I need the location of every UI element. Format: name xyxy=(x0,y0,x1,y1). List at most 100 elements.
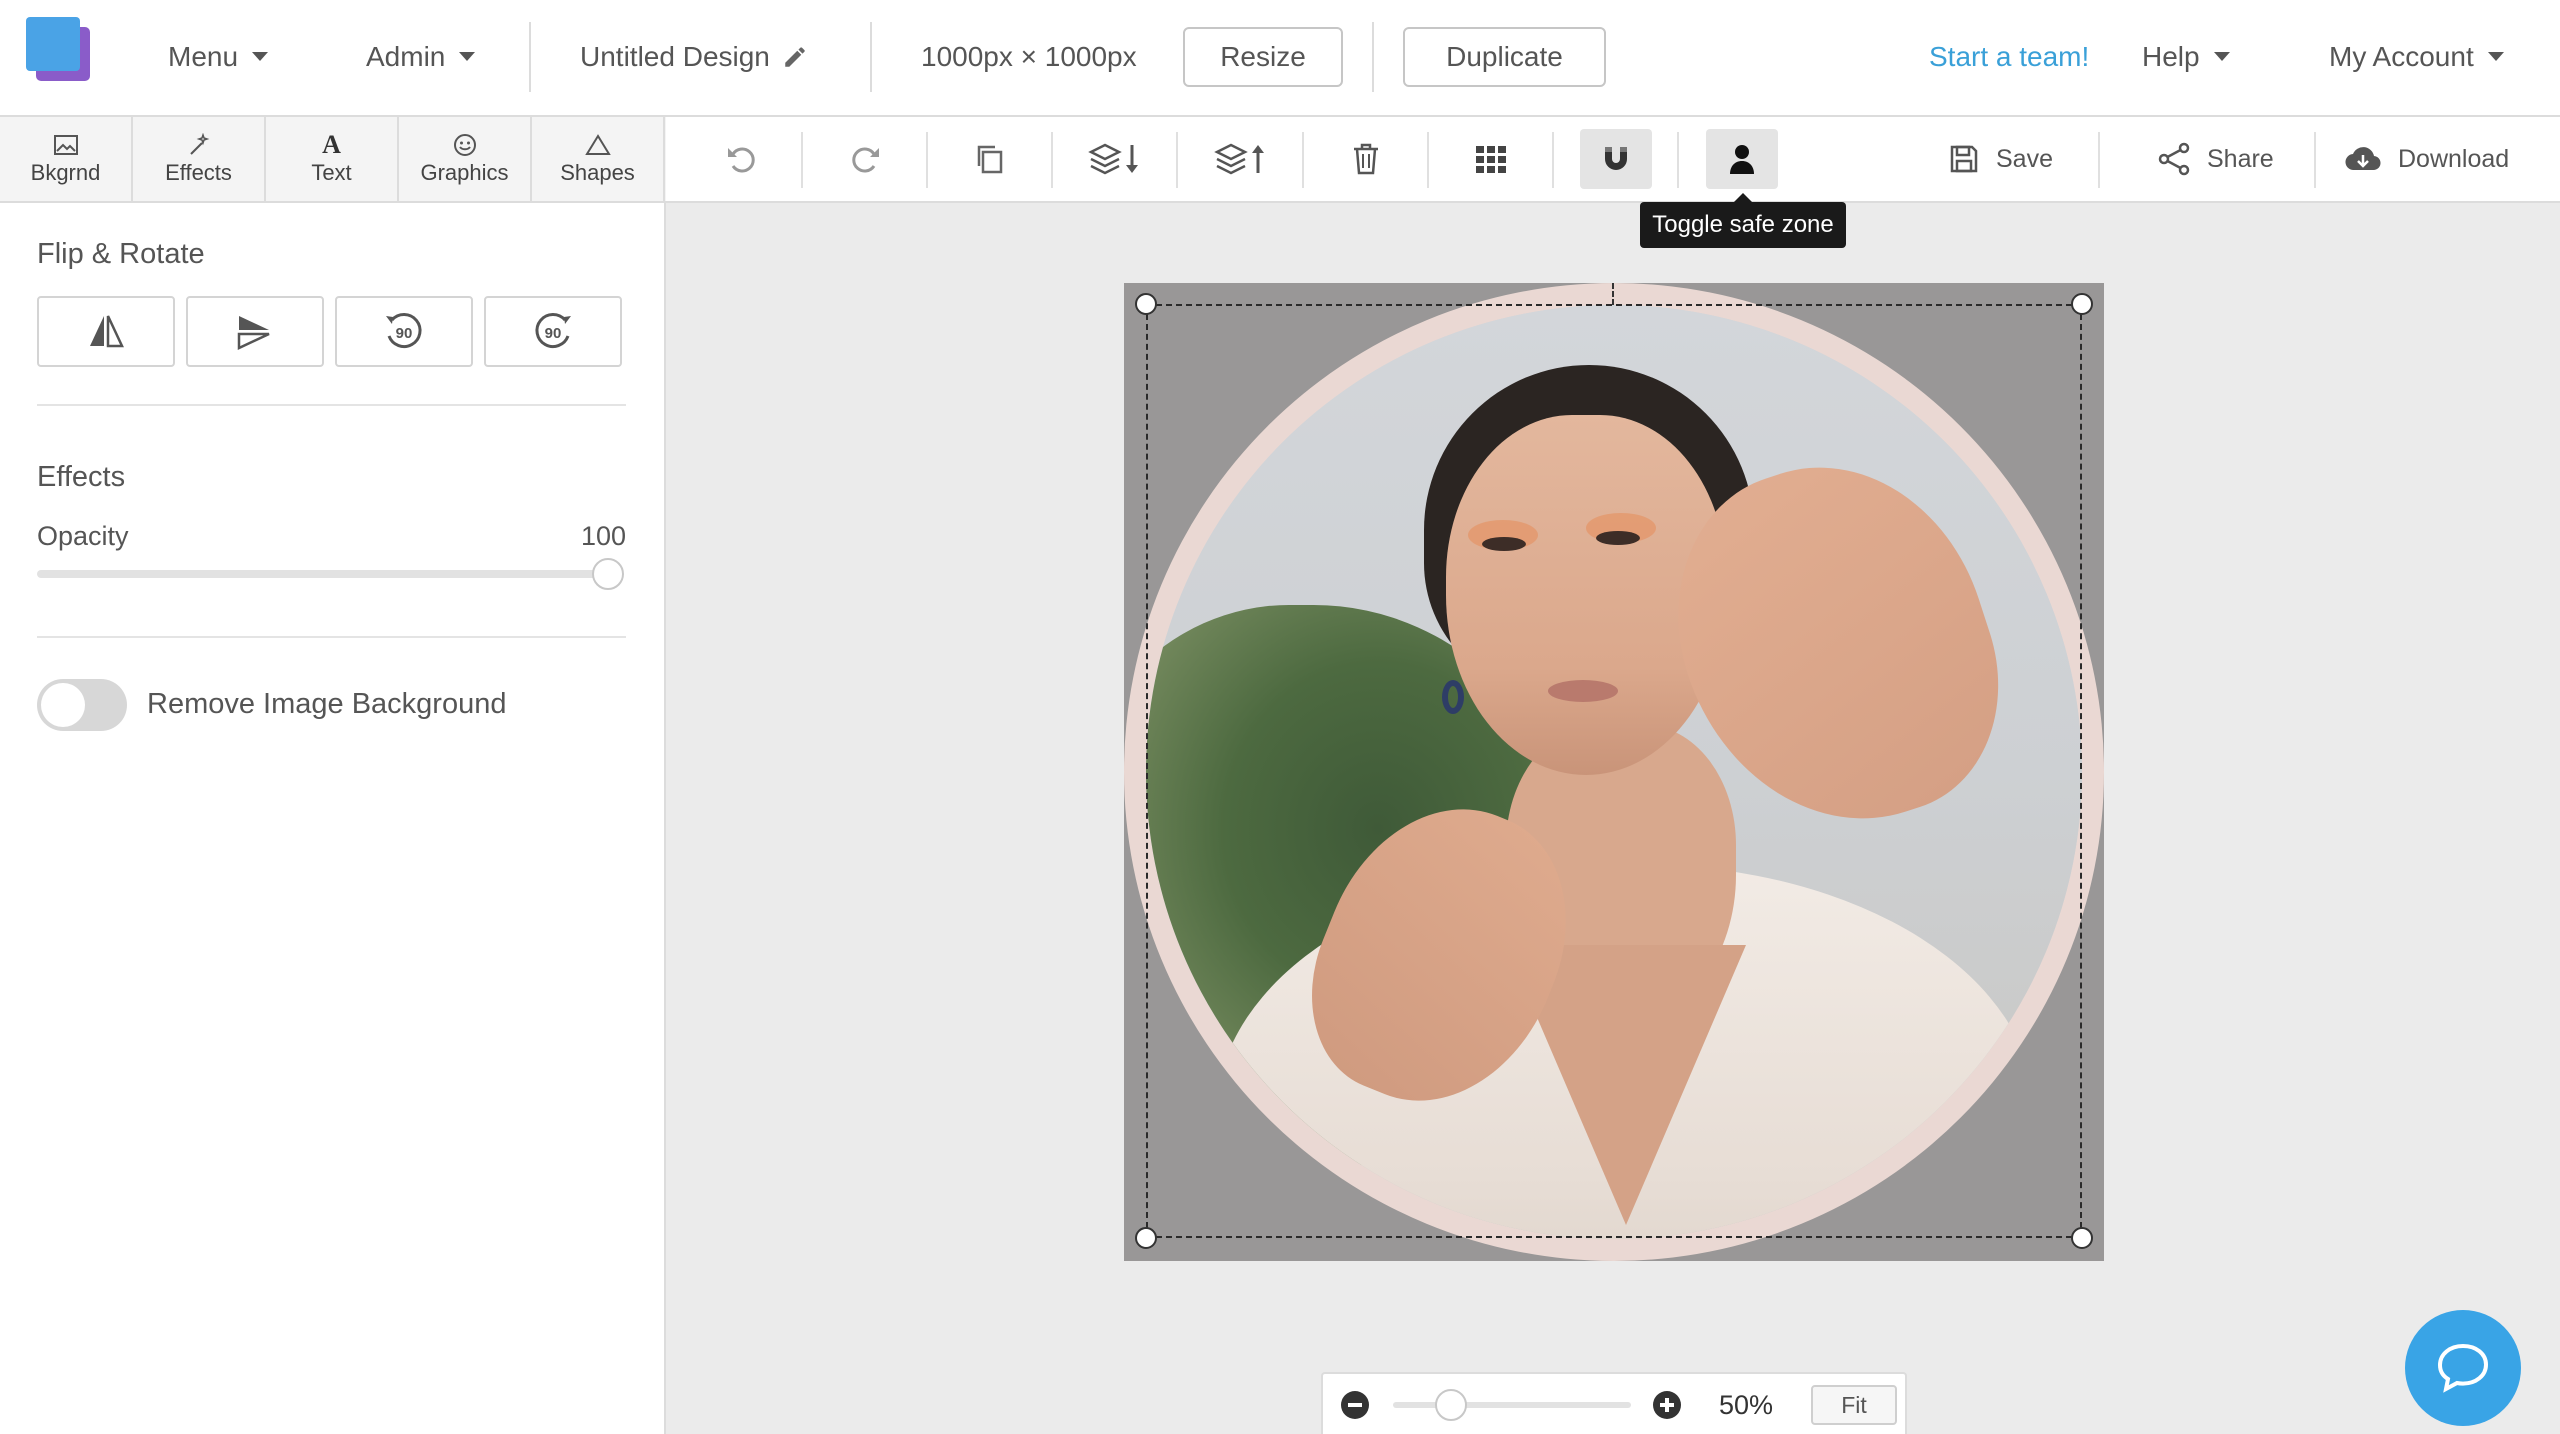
top-bar: Menu Admin Untitled Design 1000px × 1000… xyxy=(0,0,2560,117)
divider xyxy=(37,636,626,638)
save-button[interactable]: Save xyxy=(1948,117,2053,201)
triangle-icon xyxy=(584,132,611,158)
tab-shapes[interactable]: Shapes xyxy=(532,117,665,201)
share-label: Share xyxy=(2207,144,2274,173)
flip-horizontal-button[interactable] xyxy=(37,296,175,367)
save-icon xyxy=(1950,145,1978,173)
opacity-value: 100 xyxy=(580,521,626,551)
rotate-left-90-icon: 90 xyxy=(386,312,422,348)
duplicate-button[interactable]: Duplicate xyxy=(1403,27,1606,87)
effects-heading: Effects xyxy=(37,461,126,493)
zoom-fit-button[interactable]: Fit xyxy=(1811,1385,1897,1425)
copy-button[interactable] xyxy=(954,129,1026,189)
design-title[interactable]: Untitled Design xyxy=(580,0,808,113)
snap-magnet-button[interactable] xyxy=(1580,129,1652,189)
resize-handle-top-left[interactable] xyxy=(1135,293,1157,315)
text-icon: A xyxy=(322,130,341,159)
flip-horizontal-icon xyxy=(90,314,124,347)
tab-label: Effects xyxy=(165,160,232,185)
cloud-download-icon xyxy=(2345,147,2381,171)
admin-label: Admin xyxy=(366,40,446,72)
rotate-right-90-text: 90 xyxy=(545,325,562,342)
download-button[interactable]: Download xyxy=(2344,117,2509,201)
zoom-in-icon[interactable] xyxy=(1653,1391,1681,1419)
flip-vertical-button[interactable] xyxy=(186,296,324,367)
tab-text[interactable]: A Text xyxy=(266,117,399,201)
editor-toolbar: Save Share Download xyxy=(666,117,2560,203)
divider xyxy=(37,404,626,406)
magnet-icon xyxy=(1605,147,1627,170)
save-label: Save xyxy=(1996,144,2053,173)
chevron-down-icon xyxy=(2213,52,2230,61)
opacity-slider-track[interactable] xyxy=(37,570,611,578)
chevron-down-icon xyxy=(2487,52,2504,61)
layer-up-icon xyxy=(1214,143,1264,175)
start-team-link[interactable]: Start a team! xyxy=(1929,0,2089,113)
properties-panel: Flip & Rotate 90 90 Effects Opacity 100 … xyxy=(0,203,666,1434)
send-backward-button[interactable] xyxy=(1079,129,1151,189)
chevron-down-icon xyxy=(459,52,476,61)
start-team-text: Start a team! xyxy=(1929,40,2090,72)
zoom-slider-track[interactable] xyxy=(1393,1402,1631,1408)
undo-button[interactable] xyxy=(705,129,777,189)
rotate-left-button[interactable]: 90 xyxy=(335,296,473,367)
toggle-safe-zone-button[interactable] xyxy=(1706,129,1778,189)
opacity-slider-thumb[interactable] xyxy=(592,558,624,590)
grid-icon xyxy=(1476,146,1506,173)
menu-dropdown[interactable]: Menu xyxy=(168,0,269,113)
tab-graphics[interactable]: Graphics xyxy=(399,117,532,201)
chat-support-button[interactable] xyxy=(2405,1310,2521,1426)
person-icon xyxy=(1730,145,1754,174)
resize-button[interactable]: Resize xyxy=(1183,27,1343,87)
design-title-text: Untitled Design xyxy=(580,40,770,72)
chevron-down-icon xyxy=(252,52,269,61)
dimensions-text: 1000px × 1000px xyxy=(921,40,1137,72)
flip-vertical-icon xyxy=(237,315,270,350)
download-label: Download xyxy=(2398,144,2510,173)
bring-forward-button[interactable] xyxy=(1205,129,1277,189)
tab-label: Bkgrnd xyxy=(30,160,101,185)
account-dropdown[interactable]: My Account xyxy=(2329,0,2504,113)
rotate-right-90-icon: 90 xyxy=(535,312,571,348)
chat-bubble-icon xyxy=(2437,1343,2489,1393)
rotate-right-button[interactable]: 90 xyxy=(484,296,622,367)
resize-handle-bottom-left[interactable] xyxy=(1135,1227,1157,1249)
flip-rotate-heading: Flip & Rotate xyxy=(37,238,205,270)
remove-background-toggle[interactable] xyxy=(37,679,127,731)
zoom-value: 50% xyxy=(1719,1390,1774,1420)
delete-button[interactable] xyxy=(1330,129,1402,189)
pencil-icon xyxy=(785,46,805,67)
layer-down-icon xyxy=(1088,143,1138,175)
share-icon xyxy=(2158,142,2190,176)
grid-button[interactable] xyxy=(1455,129,1527,189)
remove-background-label: Remove Image Background xyxy=(147,688,507,720)
resize-handle-top-right[interactable] xyxy=(2071,293,2093,315)
resize-handle-bottom-right[interactable] xyxy=(2071,1227,2093,1249)
menu-label: Menu xyxy=(168,40,239,72)
zoom-bar: 50% Fit xyxy=(1321,1372,1907,1434)
canvas-dimensions: 1000px × 1000px xyxy=(921,0,1137,113)
share-button[interactable]: Share xyxy=(2157,117,2274,201)
help-dropdown[interactable]: Help xyxy=(2142,0,2230,113)
magic-wand-icon xyxy=(187,132,211,158)
tab-effects[interactable]: Effects xyxy=(133,117,266,201)
opacity-label: Opacity xyxy=(37,521,129,551)
rotate-left-90-text: 90 xyxy=(396,325,413,342)
redo-button[interactable] xyxy=(830,129,902,189)
smiley-icon xyxy=(453,132,477,158)
sidebar-tabs: Bkgrnd Effects A Text Graphics Shapes xyxy=(0,117,666,203)
admin-dropdown[interactable]: Admin xyxy=(366,0,476,113)
tab-label: Graphics xyxy=(420,160,509,185)
copy-icon xyxy=(977,145,1003,174)
safe-zone-outline xyxy=(1146,304,2082,1238)
center-guide xyxy=(1612,283,1614,305)
tab-label: Shapes xyxy=(560,160,635,185)
tab-label: Text xyxy=(311,160,352,185)
zoom-slider-thumb[interactable] xyxy=(1435,1389,1467,1421)
app-logo[interactable] xyxy=(26,17,92,83)
zoom-out-icon[interactable] xyxy=(1341,1391,1369,1419)
flip-rotate-buttons: 90 90 xyxy=(37,296,622,367)
redo-icon xyxy=(852,147,879,173)
image-icon xyxy=(53,132,78,158)
tab-bkgrnd[interactable]: Bkgrnd xyxy=(0,117,133,201)
